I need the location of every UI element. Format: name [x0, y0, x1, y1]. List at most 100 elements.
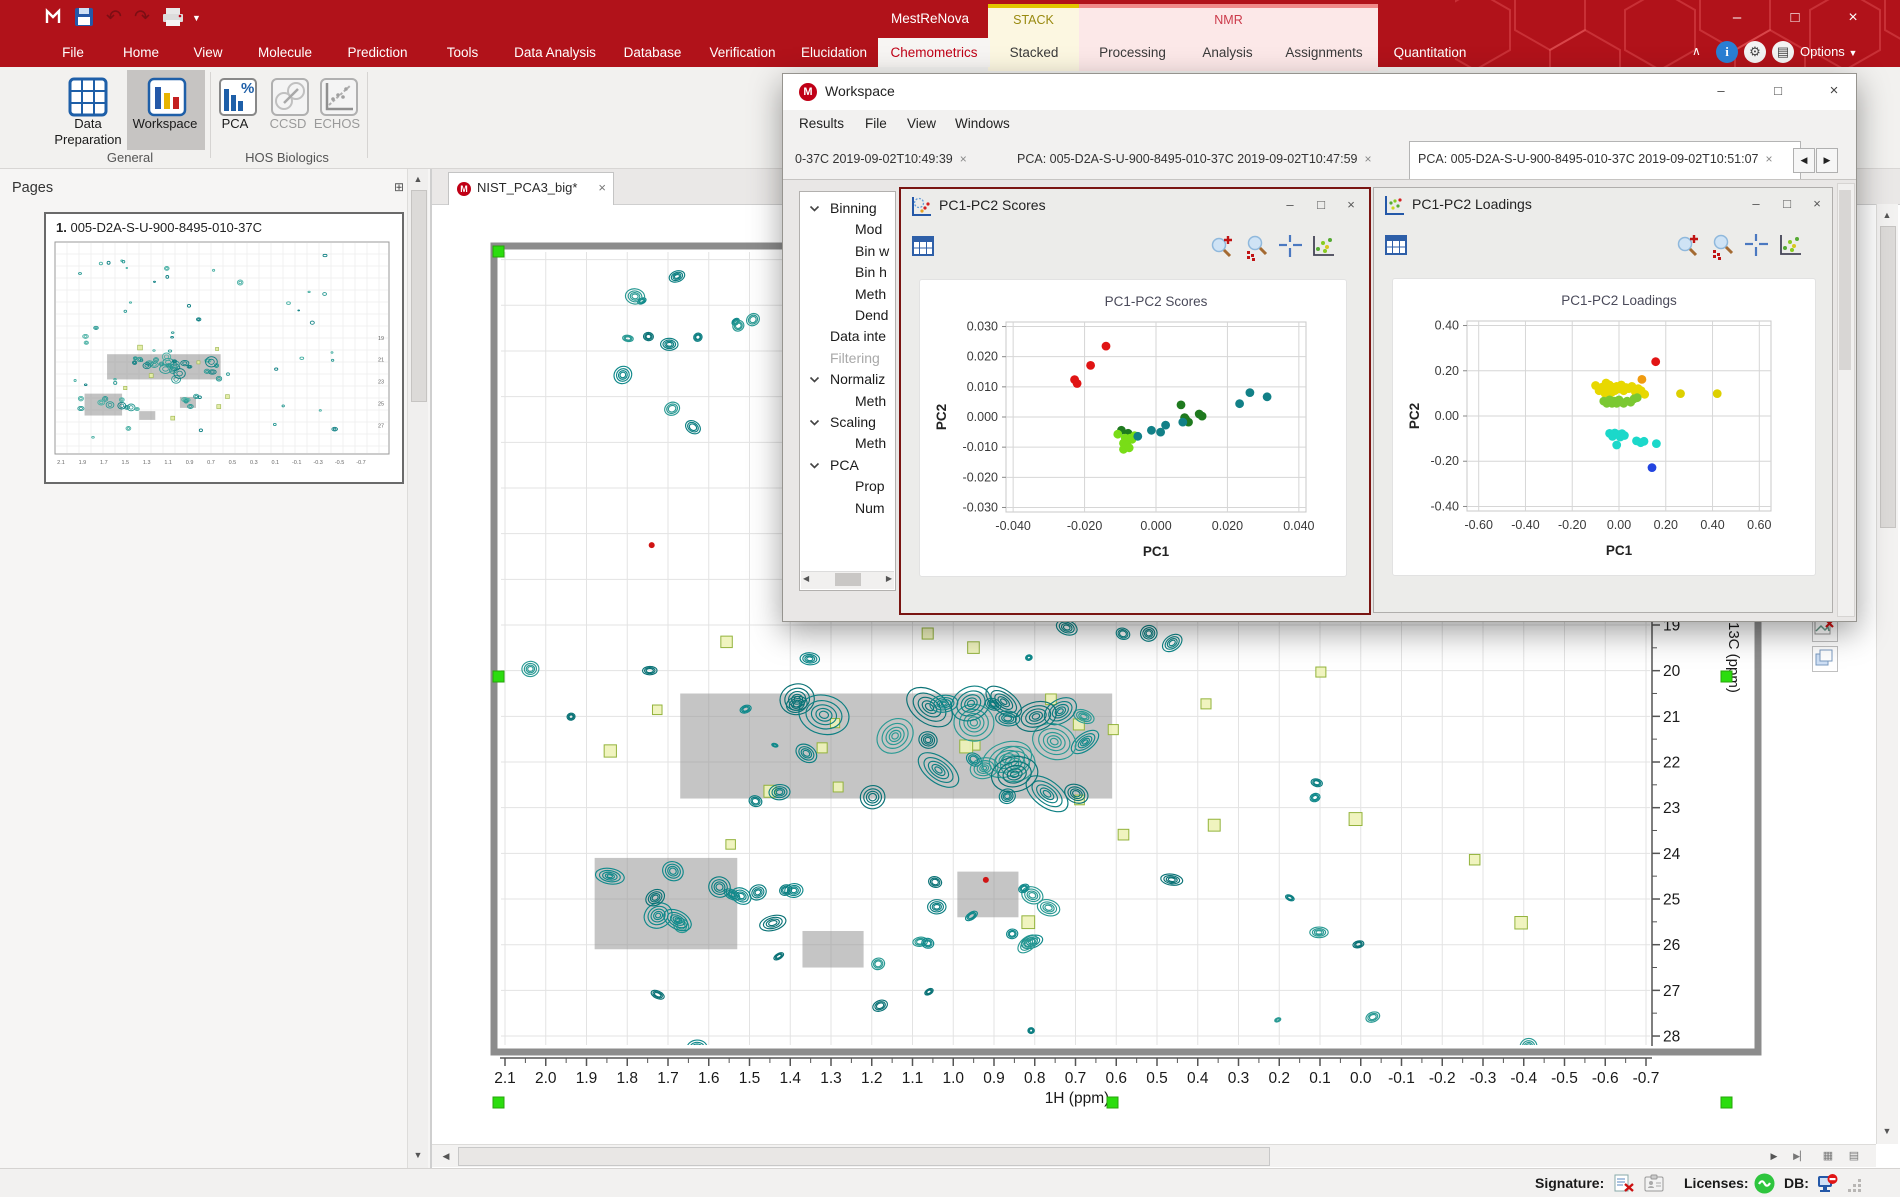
- selection-handle[interactable]: [1721, 1097, 1732, 1108]
- scrollbar-thumb[interactable]: [1880, 226, 1896, 528]
- minimize-button[interactable]: –: [1742, 193, 1770, 215]
- close-icon[interactable]: ×: [1364, 152, 1371, 166]
- redo-icon[interactable]: ↷: [134, 7, 150, 29]
- scroll-down-icon[interactable]: ▼: [1877, 1122, 1897, 1140]
- ribbon-tab-stacked[interactable]: Stacked: [990, 38, 1078, 67]
- ribbon-tab-quantitation[interactable]: Quantitation: [1380, 38, 1480, 67]
- window-close-button[interactable]: ×: [1832, 4, 1874, 32]
- resize-grip[interactable]: [1848, 1179, 1862, 1197]
- workspace-tab[interactable]: PCA: 005-D2A-S-U-900-8495-010-37C 2019-0…: [1009, 141, 1411, 178]
- tree-item-scaling[interactable]: Scaling: [800, 412, 896, 433]
- ribbon-tab-assignments[interactable]: Assignments: [1270, 38, 1378, 67]
- ribbon-tab-tools[interactable]: Tools: [425, 38, 500, 67]
- maximize-button[interactable]: □: [1763, 79, 1793, 103]
- tree-item-dend[interactable]: Dend: [800, 305, 896, 326]
- minimize-button[interactable]: –: [1276, 194, 1304, 216]
- close-icon[interactable]: ×: [598, 180, 606, 195]
- info-icon[interactable]: i: [1716, 41, 1738, 63]
- workspace-menu-results[interactable]: Results: [799, 116, 844, 131]
- save-icon[interactable]: [74, 7, 94, 29]
- tree-item-prop[interactable]: Prop: [800, 476, 896, 497]
- ribbon-tab-chemometrics[interactable]: Chemometrics: [878, 38, 990, 67]
- pc1-pc2-scores-window[interactable]: PC1-PC2 Scores – □ × -0.040-0.0200.0000.…: [899, 187, 1371, 615]
- scroll-left-icon[interactable]: ◀: [803, 574, 809, 583]
- selection-handle[interactable]: [493, 671, 504, 682]
- options-button[interactable]: Options ▼: [1800, 44, 1857, 59]
- document-horizontal-scrollbar[interactable]: ◀ ▶ ▶▏ ▦ ▤: [430, 1144, 1876, 1167]
- close-icon[interactable]: ×: [960, 152, 967, 166]
- toolbar-button-pca[interactable]: %: [208, 70, 268, 150]
- tree-item-data-inte[interactable]: Data inte: [800, 326, 896, 347]
- scroll-right-icon[interactable]: ▶: [886, 574, 892, 583]
- workspace-menu-windows[interactable]: Windows: [955, 116, 1010, 131]
- close-button[interactable]: ×: [1819, 79, 1849, 103]
- tree-item-pca[interactable]: PCA: [800, 455, 896, 476]
- ribbon-tab-verification[interactable]: Verification: [695, 38, 790, 67]
- selection-handle[interactable]: [1107, 1097, 1118, 1108]
- ribbon-tab-data-analysis[interactable]: Data Analysis: [500, 38, 610, 67]
- id-badge-icon[interactable]: [1644, 1174, 1664, 1197]
- scroll-right-icon[interactable]: ▶: [1764, 1147, 1784, 1165]
- ribbon-tab-analysis[interactable]: Analysis: [1185, 38, 1270, 67]
- ribbon-tab-elucidation[interactable]: Elucidation: [790, 38, 878, 67]
- scroll-up-icon[interactable]: ▲: [1877, 206, 1897, 224]
- workspace-menu-view[interactable]: View: [907, 116, 936, 131]
- document-tab[interactable]: M NIST_PCA3_big* ×: [448, 172, 614, 205]
- tree-item-filtering[interactable]: Filtering: [800, 348, 896, 369]
- next-page-icon[interactable]: ▶▏: [1790, 1147, 1810, 1165]
- tree-item-num[interactable]: Num: [800, 498, 896, 519]
- workspace-window[interactable]: M Workspace – □ × Results File View Windows…: [782, 73, 1857, 622]
- maximize-button[interactable]: □: [1307, 194, 1335, 216]
- minimize-button[interactable]: –: [1706, 79, 1736, 103]
- gear-icon[interactable]: ⚙: [1744, 41, 1766, 63]
- workspace-tab[interactable]: PCA: 005-D2A-S-U-900-8495-010-37C 2019-0…: [1409, 141, 1801, 179]
- workspace-titlebar[interactable]: M Workspace – □ ×: [783, 74, 1856, 110]
- ribbon-tab-file[interactable]: File: [40, 38, 106, 67]
- tree-item-normaliz[interactable]: Normaliz: [800, 369, 896, 390]
- scroll-left-icon[interactable]: ◀: [436, 1147, 456, 1165]
- clipboard-icon[interactable]: ▤: [1772, 41, 1794, 63]
- page-grid-icon[interactable]: ▦: [1818, 1147, 1838, 1165]
- close-button[interactable]: ×: [1803, 193, 1831, 215]
- page-thumbnail-item[interactable]: 1. 005-D2A-S-U-900-8495-010-37C 2.11.91.…: [44, 212, 404, 484]
- window-minimize-button[interactable]: –: [1716, 4, 1758, 32]
- print-icon[interactable]: [162, 7, 184, 29]
- tab-scroll-right-icon[interactable]: ▶: [1816, 148, 1838, 173]
- window-maximize-button[interactable]: □: [1774, 4, 1816, 32]
- tree-item-mod[interactable]: Mod: [800, 219, 896, 240]
- scrollbar-thumb[interactable]: [458, 1147, 1270, 1166]
- close-button[interactable]: ×: [1337, 194, 1365, 216]
- tree-item-bin-h[interactable]: Bin h: [800, 262, 896, 283]
- close-icon[interactable]: ×: [1765, 152, 1772, 166]
- more-dropdown-icon[interactable]: ▼: [192, 7, 201, 29]
- pc1-pc2-loadings-window[interactable]: PC1-PC2 Loadings – □ × -0.60-0.40-0.200.…: [1373, 187, 1833, 613]
- toolbar-button-workspace[interactable]: [137, 70, 197, 150]
- scroll-down-icon[interactable]: ▼: [408, 1146, 428, 1164]
- document-vertical-scrollbar[interactable]: ▲ ▼: [1876, 204, 1898, 1144]
- license-ok-icon[interactable]: [1754, 1173, 1775, 1197]
- tree-item-meth[interactable]: Meth: [800, 284, 896, 305]
- selection-handle[interactable]: [493, 1097, 504, 1108]
- selection-handle[interactable]: [493, 246, 504, 257]
- tree-item-meth[interactable]: Meth: [800, 391, 896, 412]
- scrollbar-thumb[interactable]: [1839, 190, 1851, 370]
- ribbon-collapse-icon[interactable]: ∧: [1692, 44, 1701, 58]
- workspace-tab[interactable]: 0-37C 2019-09-02T10:49:39×: [787, 141, 1011, 178]
- database-disconnected-icon[interactable]: [1816, 1173, 1838, 1197]
- ribbon-tab-prediction[interactable]: Prediction: [330, 38, 425, 67]
- selection-handle[interactable]: [1721, 671, 1732, 682]
- ribbon-tab-database[interactable]: Database: [610, 38, 695, 67]
- tree-item-bin-w[interactable]: Bin w: [800, 241, 896, 262]
- workspace-menu-file[interactable]: File: [865, 116, 887, 131]
- undo-icon[interactable]: ↶: [106, 7, 122, 29]
- scroll-up-icon[interactable]: ▲: [408, 170, 428, 188]
- ribbon-tab-view[interactable]: View: [176, 38, 240, 67]
- scrollbar-thumb[interactable]: [835, 573, 861, 586]
- maximize-button[interactable]: □: [1773, 193, 1801, 215]
- ribbon-tab-home[interactable]: Home: [106, 38, 176, 67]
- ribbon-tab-processing[interactable]: Processing: [1080, 38, 1185, 67]
- tab-scroll-left-icon[interactable]: ◀: [1793, 148, 1815, 173]
- ribbon-tab-molecule[interactable]: Molecule: [240, 38, 330, 67]
- float-panel-icon[interactable]: ⊞: [394, 180, 404, 194]
- scrollbar-thumb[interactable]: [411, 190, 427, 402]
